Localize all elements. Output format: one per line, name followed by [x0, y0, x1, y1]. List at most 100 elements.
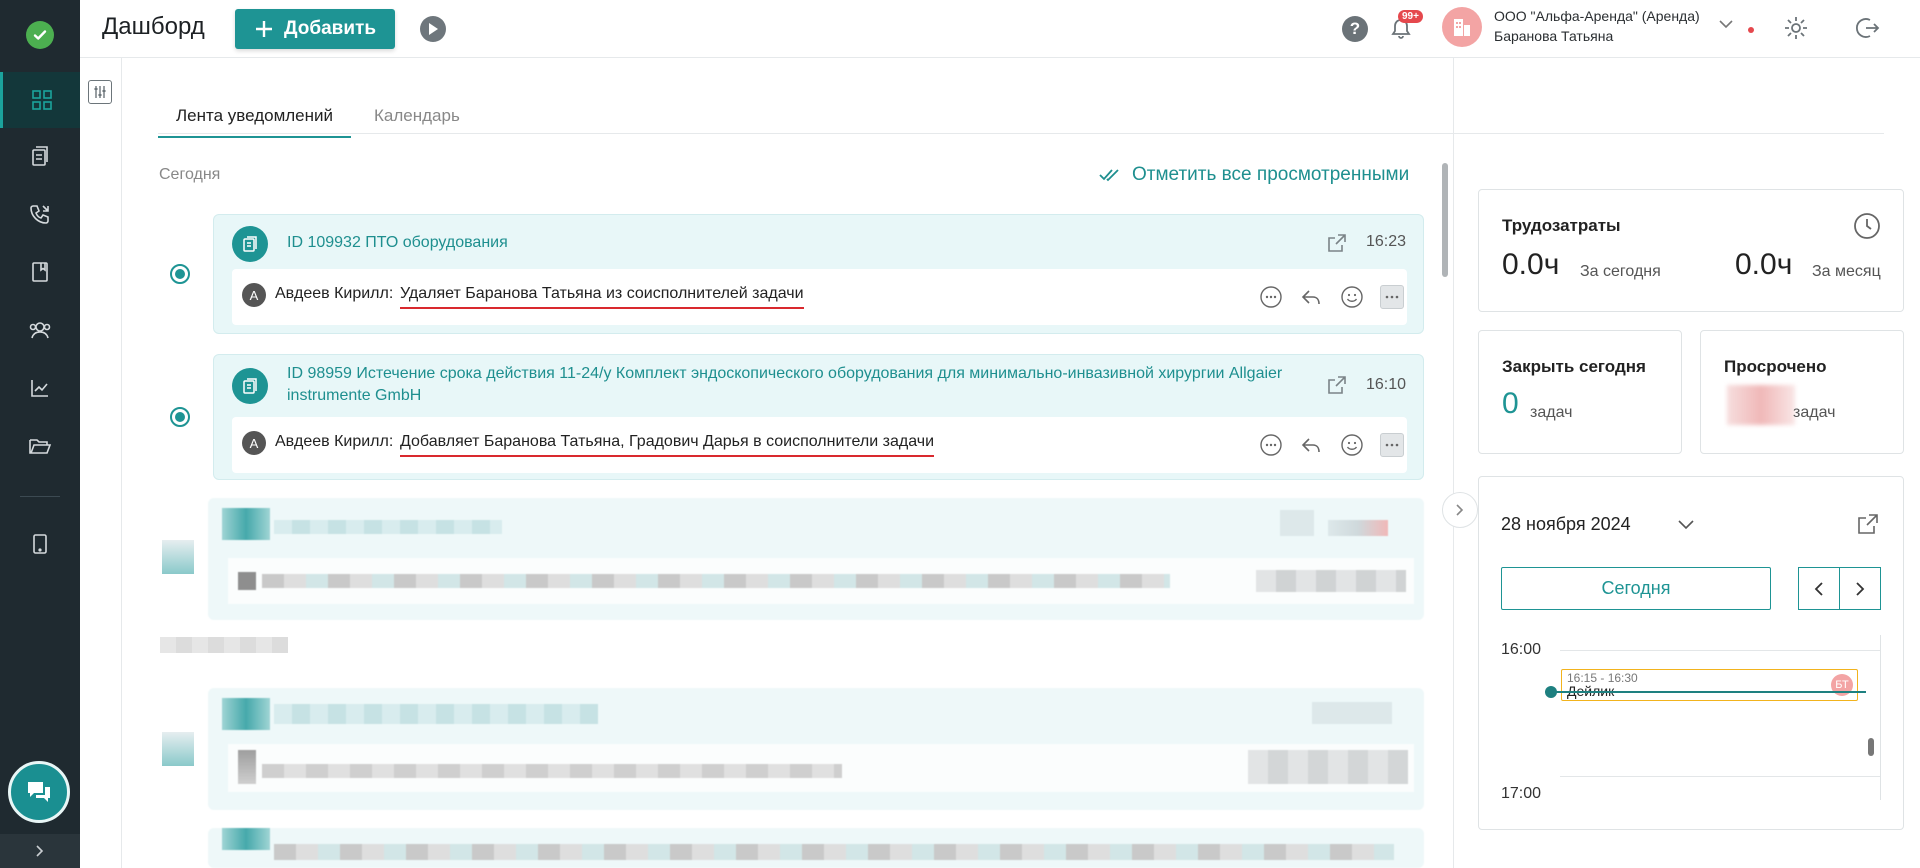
feed-scrollbar[interactable]	[1442, 163, 1448, 277]
org-avatar[interactable]	[1442, 7, 1482, 47]
author-name: Авдеев Кирилл:	[275, 433, 394, 450]
redacted-overdue-count	[1727, 385, 1795, 425]
collapse-panel-button[interactable]	[1442, 492, 1478, 528]
notification-time: 16:10	[1366, 376, 1407, 393]
nav-files[interactable]	[0, 418, 80, 474]
redacted-notification-card	[208, 828, 1424, 868]
read-status-radio[interactable]	[170, 264, 190, 284]
mark-all-read-button[interactable]: Отметить все просмотренными	[1098, 164, 1409, 186]
close-today-panel[interactable]: Закрыть сегодня 0 задач	[1478, 330, 1682, 454]
calendar-today-button[interactable]: Сегодня	[1501, 567, 1771, 610]
more-icon[interactable]	[1380, 285, 1404, 309]
overdue-title: Просрочено	[1724, 357, 1827, 376]
overdue-unit: задач	[1793, 404, 1836, 421]
calendar-scrollbar[interactable]	[1868, 738, 1874, 756]
status-dot	[1748, 27, 1754, 33]
labor-panel: Трудозатраты 0.0ч За сегодня 0.0ч За мес…	[1478, 189, 1904, 312]
hour-label: 17:00	[1501, 785, 1542, 802]
author-avatar: А	[242, 283, 266, 307]
redacted-notification-card	[208, 688, 1424, 810]
reply-icon[interactable]	[1299, 285, 1323, 309]
play-button[interactable]	[420, 16, 446, 42]
users-icon	[29, 322, 51, 339]
dashboard-icon	[31, 90, 52, 110]
external-link-icon[interactable]	[1326, 232, 1348, 254]
nav-analytics[interactable]	[0, 360, 80, 416]
emoji-icon[interactable]	[1340, 433, 1364, 457]
nav-tasks[interactable]	[0, 128, 80, 184]
notification-title[interactable]: ID 109932 ПТО оборудования	[287, 232, 1287, 254]
plus-icon	[255, 21, 272, 37]
dashboard-tabs: Лента уведомлений Календарь	[158, 98, 1884, 138]
task-card-icon	[232, 226, 268, 262]
labor-today-value: 0.0ч	[1502, 248, 1560, 281]
add-button[interactable]: Добавить	[235, 9, 395, 49]
left-nav	[0, 0, 80, 868]
nav-separator	[20, 496, 60, 497]
tab-calendar[interactable]: Календарь	[374, 106, 460, 136]
gear-icon[interactable]	[1783, 15, 1809, 41]
notification-card[interactable]: ID 98959 Истечение срока действия 11-24/…	[213, 354, 1424, 480]
double-check-icon	[1099, 169, 1119, 182]
calendar-scroll-track	[1880, 635, 1881, 800]
labor-month-label: За месяц	[1812, 263, 1881, 280]
close-today-title: Закрыть сегодня	[1502, 357, 1646, 376]
hour-line	[1560, 776, 1880, 777]
close-today-unit: задач	[1530, 404, 1573, 421]
tab-notifications[interactable]: Лента уведомлений	[158, 106, 352, 138]
today-section-label: Сегодня	[159, 166, 221, 183]
logout-icon[interactable]	[1854, 15, 1880, 41]
top-header: Дашборд Добавить ? 99+ ООО "Альфа-Аренда…	[80, 0, 1920, 58]
user-name: Баранова Татьяна	[1494, 28, 1614, 44]
hour-line	[1560, 650, 1880, 651]
nav-dashboard[interactable]	[0, 72, 80, 128]
nav-contacts[interactable]	[0, 302, 80, 358]
org-name: ООО "Альфа-Аренда" (Аренда)	[1494, 8, 1700, 24]
redacted-notification-card	[208, 498, 1424, 620]
notification-time: 16:23	[1366, 233, 1407, 250]
logo-check-icon[interactable]	[26, 21, 54, 49]
help-button[interactable]: ?	[1342, 16, 1368, 42]
nav-documents[interactable]	[0, 244, 80, 300]
external-link-icon[interactable]	[1856, 512, 1880, 536]
org-selector[interactable]: ООО "Альфа-Аренда" (Аренда) Баранова Тат…	[1494, 6, 1700, 46]
filter-settings-icon[interactable]	[88, 80, 112, 104]
emoji-icon[interactable]	[1340, 285, 1364, 309]
reply-icon[interactable]	[1299, 433, 1323, 457]
clock-icon	[1854, 213, 1880, 239]
book-icon	[32, 262, 48, 282]
external-link-icon[interactable]	[1326, 374, 1348, 396]
hour-label: 16:00	[1501, 641, 1542, 658]
overdue-panel[interactable]: Просрочено задач	[1700, 330, 1904, 454]
calendar-date[interactable]: 28 ноября 2024	[1501, 514, 1631, 535]
chevron-right-icon	[1856, 581, 1865, 596]
notification-message: Добавляет Баранова Татьяна, Градович Дар…	[400, 433, 935, 457]
calendar-event[interactable]: 16:15 - 16:30 Дейлик БТ	[1561, 669, 1858, 701]
labor-today-label: За сегодня	[1580, 263, 1661, 280]
read-status-radio[interactable]	[170, 407, 190, 427]
task-card-icon	[232, 368, 268, 404]
redacted-section-label	[160, 637, 288, 653]
chat-button[interactable]	[8, 761, 70, 823]
nav-calls[interactable]	[0, 186, 80, 242]
calendar-prev-button[interactable]	[1798, 567, 1840, 610]
nav-expand-button[interactable]	[0, 834, 80, 868]
calendar-next-button[interactable]	[1839, 567, 1881, 610]
play-icon	[429, 23, 438, 35]
notification-title[interactable]: ID 98959 Истечение срока действия 11-24/…	[287, 363, 1287, 407]
nav-mobile[interactable]	[0, 516, 80, 572]
comment-icon[interactable]	[1259, 433, 1283, 457]
chevron-down-icon[interactable]	[1718, 18, 1734, 30]
chevron-left-icon	[1814, 581, 1823, 596]
chat-icon	[28, 782, 50, 802]
chevron-right-icon	[36, 845, 44, 857]
more-icon[interactable]	[1380, 433, 1404, 457]
comment-icon[interactable]	[1259, 285, 1283, 309]
phone-icon	[30, 205, 49, 224]
chevron-right-icon	[1456, 504, 1464, 516]
redacted-radio	[162, 540, 194, 574]
question-icon: ?	[1349, 19, 1361, 38]
notification-card[interactable]: ID 109932 ПТО оборудования 16:23 А Авдее…	[213, 214, 1424, 334]
notification-body: А Авдеев Кирилл: Удаляет Баранова Татьян…	[232, 269, 1407, 325]
chevron-down-icon[interactable]	[1677, 519, 1695, 531]
